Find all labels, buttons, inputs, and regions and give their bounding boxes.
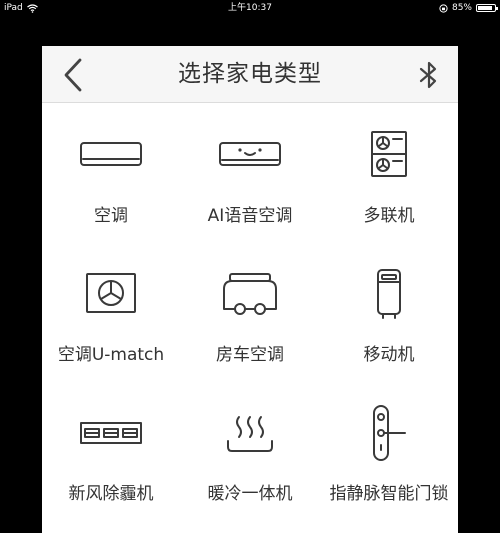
device-item-u-match[interactable]: 空调U-match <box>42 242 180 381</box>
battery-percent: 85% <box>451 3 472 13</box>
device-item-portable-ac[interactable]: 移动机 <box>320 242 458 381</box>
multi-split-icon <box>320 125 458 185</box>
status-time: 上午10:37 <box>228 3 272 13</box>
smart-lock-icon <box>320 403 458 463</box>
fresh-air-unit-icon <box>42 403 180 463</box>
page-title: 选择家电类型 <box>178 61 322 87</box>
orientation-lock-icon <box>439 3 448 13</box>
ai-voice-ac-icon <box>180 125 320 185</box>
device-label: AI语音空调 <box>207 206 293 226</box>
device-item-heat-cool[interactable]: 暖冷一体机 <box>180 381 320 520</box>
device-label: 暖冷一体机 <box>207 484 293 504</box>
battery-icon <box>476 4 498 12</box>
device-label: 多联机 <box>363 206 415 226</box>
portable-ac-icon <box>320 264 458 324</box>
split-ac-icon <box>42 125 180 185</box>
device-item-ai-voice-ac[interactable]: AI语音空调 <box>180 103 320 242</box>
device-item-split-ac[interactable]: 空调 <box>42 103 180 242</box>
device-item-smart-lock[interactable]: 指静脉智能门锁 <box>320 381 458 520</box>
battery-level <box>478 6 492 10</box>
bluetooth-button[interactable] <box>414 60 444 90</box>
device-grid: 空调 AI语音空调 多联机 空调U-match 房车空调 移动机 新风除霾机 暖… <box>42 103 458 520</box>
nav-header: 选择家电类型 <box>42 46 458 103</box>
rv-icon <box>180 264 320 324</box>
device-item-multi-split[interactable]: 多联机 <box>320 103 458 242</box>
device-label: 移动机 <box>363 345 415 365</box>
device-label: 新风除霾机 <box>68 484 154 504</box>
u-match-unit-icon <box>42 264 180 324</box>
status-bar: iPad 上午10:37 85% <box>0 0 500 16</box>
status-right: 85% <box>439 0 498 16</box>
bluetooth-icon <box>419 61 437 89</box>
device-label: 指静脉智能门锁 <box>329 484 449 504</box>
device-label: 空调U-match <box>57 345 165 365</box>
heat-cool-icon <box>180 403 320 463</box>
device-type-panel: 选择家电类型 空调 AI语音空调 多联机 空调U-match 房车空调 移动机 … <box>42 46 458 533</box>
device-label: 房车空调 <box>216 345 284 365</box>
device-item-rv-ac[interactable]: 房车空调 <box>180 242 320 381</box>
device-label: 空调 <box>94 206 128 226</box>
device-item-fresh-air[interactable]: 新风除霾机 <box>42 381 180 520</box>
